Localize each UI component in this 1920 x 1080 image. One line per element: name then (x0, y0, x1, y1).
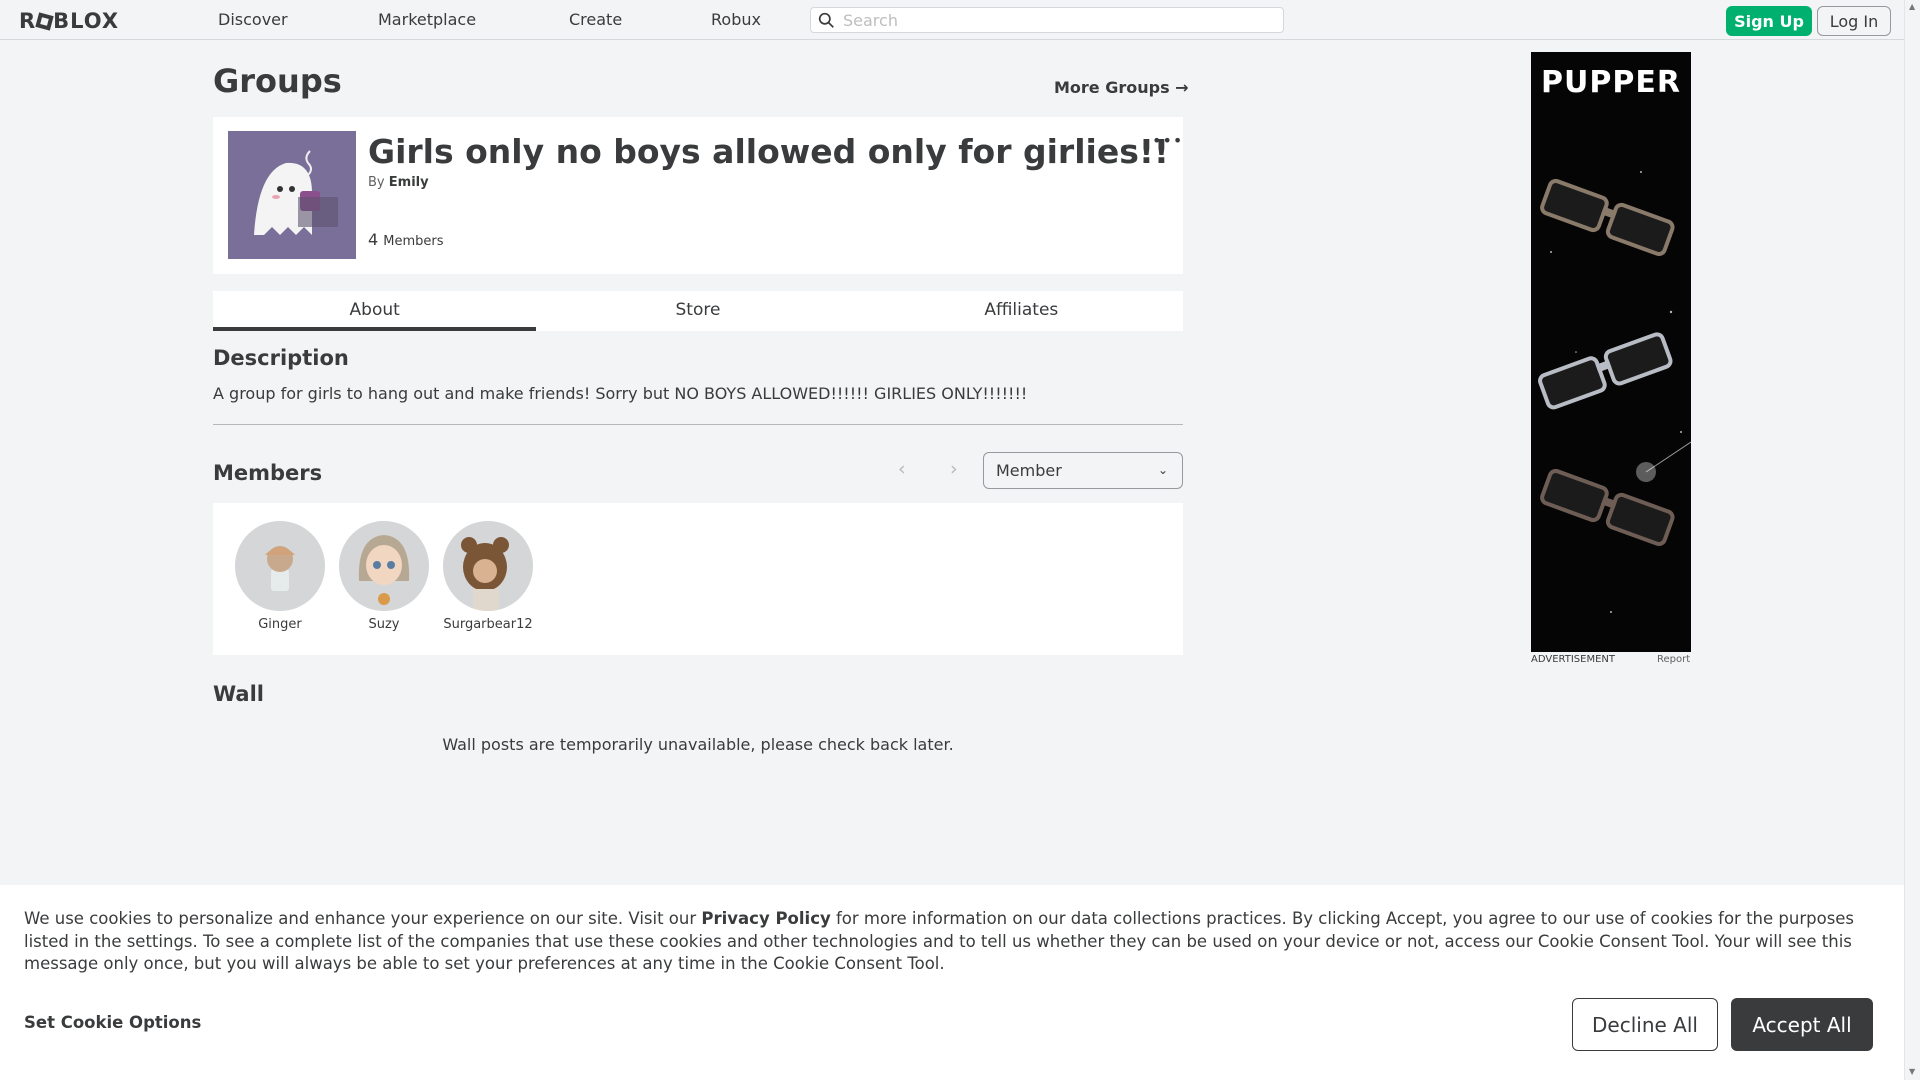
tab-store[interactable]: Store (536, 291, 859, 331)
cookie-consent-text: We use cookies to personalize and enhanc… (24, 908, 1884, 976)
group-owner-line: By Emily (368, 175, 429, 190)
member-count: 4 Members (368, 230, 444, 249)
member-name: Suzy (368, 617, 400, 632)
vertical-scrollbar[interactable]: ▲ ▼ (1904, 0, 1920, 1080)
search-input[interactable] (843, 8, 1273, 32)
advertisement-banner[interactable]: PUPPER (1531, 52, 1691, 652)
sign-up-button[interactable]: Sign Up (1726, 6, 1812, 36)
search-box (810, 7, 1284, 33)
description-text: A group for girls to hang out and make f… (213, 384, 1028, 403)
role-dropdown[interactable]: Member ⌄ (983, 452, 1183, 489)
group-emblem (228, 131, 356, 259)
tab-affiliates[interactable]: Affiliates (860, 291, 1183, 331)
nav-robux[interactable]: Robux (711, 10, 761, 29)
chevron-right-icon[interactable]: › (950, 458, 958, 480)
members-list: Ginger Suzy Surgarbear12 (213, 503, 1183, 655)
decline-all-button[interactable]: Decline All (1572, 998, 1718, 1051)
group-header-card: Girls only no boys allowed only for girl… (213, 117, 1183, 274)
advertisement-label: ADVERTISEMENT (1531, 654, 1616, 665)
nav-discover[interactable]: Discover (218, 10, 288, 29)
group-owner-link[interactable]: Emily (389, 175, 429, 190)
search-icon (818, 12, 834, 28)
member-card[interactable]: Surgarbear12 (438, 521, 538, 632)
nav-create[interactable]: Create (569, 10, 622, 29)
member-card[interactable]: Ginger (230, 521, 330, 632)
cookie-text-intro: We use cookies to personalize and enhanc… (24, 909, 702, 928)
member-card[interactable]: Suzy (334, 521, 434, 632)
member-count-label: Members (383, 234, 444, 249)
group-name: Girls only no boys allowed only for girl… (368, 132, 1169, 171)
member-count-value: 4 (368, 230, 379, 249)
top-navigation-bar: R BLOX Discover Marketplace Create Robux … (0, 0, 1904, 40)
ad-image (1538, 171, 1691, 613)
divider (213, 424, 1183, 425)
scroll-down-icon[interactable]: ▼ (1909, 1067, 1915, 1076)
member-name: Surgarbear12 (443, 617, 533, 632)
chevron-down-icon: ⌄ (1157, 463, 1168, 477)
more-groups-link[interactable]: More Groups → (1054, 78, 1189, 97)
description-heading: Description (213, 346, 349, 370)
member-name: Ginger (258, 617, 302, 632)
members-heading: Members (213, 461, 323, 485)
ad-report-link[interactable]: Report (1657, 654, 1690, 665)
avatar (235, 521, 325, 611)
privacy-policy-link[interactable]: Privacy Policy (701, 909, 830, 928)
log-in-button[interactable]: Log In (1817, 6, 1891, 36)
scroll-up-icon[interactable]: ▲ (1909, 2, 1915, 11)
avatar (339, 521, 429, 611)
tab-about[interactable]: About (213, 291, 537, 331)
wall-heading: Wall (213, 682, 264, 706)
cookie-consent-banner: We use cookies to personalize and enhanc… (0, 885, 1904, 1080)
by-label: By (368, 175, 385, 190)
roblox-logo[interactable]: R BLOX (19, 9, 119, 33)
avatar (443, 521, 533, 611)
role-selected-value: Member (996, 461, 1062, 480)
ghost-emblem-image (228, 131, 356, 259)
group-tabs: About Store Affiliates (213, 291, 1183, 331)
page-title: Groups (213, 62, 342, 100)
nav-marketplace[interactable]: Marketplace (378, 10, 476, 29)
wall-unavailable-message: Wall posts are temporarily unavailable, … (442, 735, 954, 754)
accept-all-button[interactable]: Accept All (1731, 998, 1873, 1051)
set-cookie-options-link[interactable]: Set Cookie Options (24, 1013, 201, 1032)
chevron-left-icon[interactable]: ‹ (898, 458, 906, 480)
more-horizontal-icon[interactable]: ••• (1152, 131, 1183, 150)
